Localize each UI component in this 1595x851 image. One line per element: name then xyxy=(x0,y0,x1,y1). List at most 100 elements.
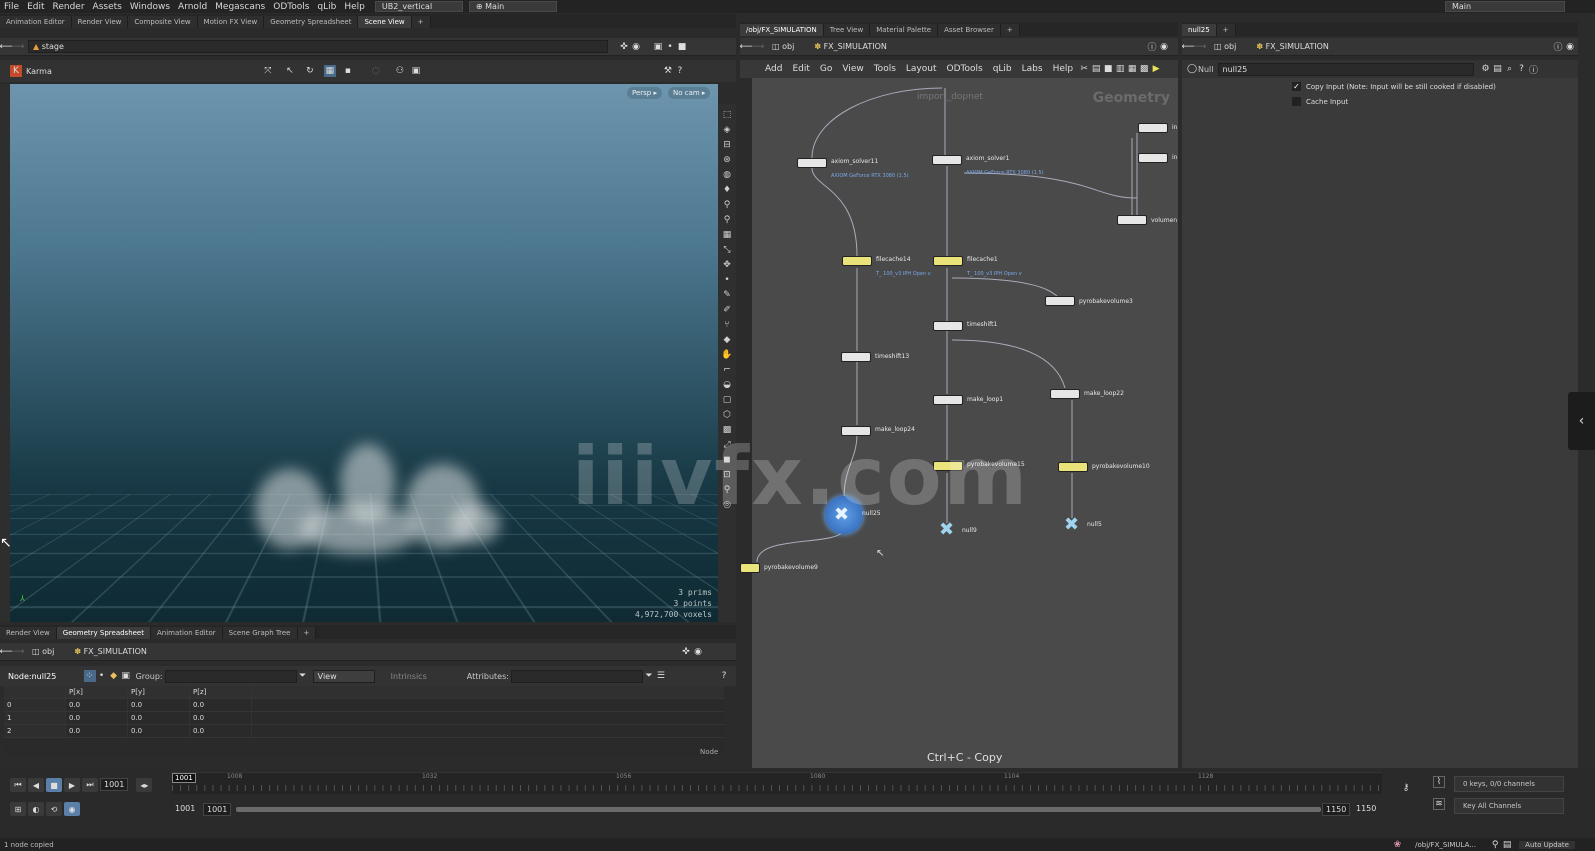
grid-icon[interactable]: ▦ xyxy=(721,228,734,241)
forward-arrow-icon[interactable]: ⟶ xyxy=(12,646,24,658)
lookthrough-icon[interactable]: ⊛ xyxy=(721,153,734,166)
options-icon[interactable]: ☰ xyxy=(655,670,667,682)
white-square-icon[interactable]: ■ xyxy=(1102,63,1114,75)
status-path[interactable]: /obj/FX_SIMULA... xyxy=(1415,841,1489,849)
tab-null25-params[interactable]: null25 xyxy=(1182,24,1217,36)
audio-icon[interactable]: ◐ xyxy=(28,802,44,816)
tile-icon[interactable]: ▩ xyxy=(1138,63,1150,75)
menu-help[interactable]: Help xyxy=(340,2,369,12)
layout-icon[interactable]: ▣ xyxy=(652,41,664,53)
menu-render[interactable]: Render xyxy=(49,2,89,12)
node-axiom-solver1[interactable] xyxy=(932,155,962,165)
header-px[interactable]: P[x] xyxy=(66,686,128,698)
range-start[interactable]: 1001 xyxy=(172,803,198,816)
tools-icon[interactable]: ✥ xyxy=(721,258,734,271)
search-icon[interactable]: ⌕ xyxy=(1504,63,1516,75)
node-timeshift13[interactable] xyxy=(841,352,871,362)
network-editor[interactable]: import_dopnet Geometry axiom_solver11 AX… xyxy=(752,78,1178,768)
net-menu-view[interactable]: View xyxy=(837,64,868,74)
light-bulb-icon[interactable]: ♦ xyxy=(721,183,734,196)
playhead[interactable]: 1001 xyxy=(172,773,196,783)
jump-start-icon[interactable]: ⏮ xyxy=(10,778,26,792)
grid-icon[interactable]: ▤ xyxy=(1090,63,1102,75)
add-tab-icon[interactable]: + xyxy=(298,627,317,639)
node-axiom-solver11[interactable] xyxy=(797,158,827,168)
forward-arrow-icon[interactable]: ⟶ xyxy=(1194,41,1206,53)
view-dropdown[interactable]: View xyxy=(313,670,375,683)
maximize-icon[interactable]: ■ xyxy=(676,41,688,53)
snap-icon[interactable]: ▪ xyxy=(342,65,354,77)
tab-network-path[interactable]: /obj/FX_SIMULATION xyxy=(740,24,824,36)
tab-geometry-spreadsheet[interactable]: Geometry Spreadsheet xyxy=(264,16,358,28)
transform-icon[interactable]: ⤡ xyxy=(721,243,734,256)
key-channels-dropdown[interactable]: Key All Channels xyxy=(1454,798,1564,814)
flag-icon[interactable]: ▶ xyxy=(1150,63,1162,75)
step-keys-icon[interactable]: ◂▸ xyxy=(136,778,152,792)
help-icon[interactable]: ? xyxy=(718,670,730,682)
node-volumen[interactable] xyxy=(1117,215,1147,225)
help-icon[interactable]: ? xyxy=(674,65,686,77)
locator-icon[interactable]: ⚲ xyxy=(721,198,734,211)
list-icon[interactable]: ▦ xyxy=(1126,63,1138,75)
no-cam-menu[interactable]: No cam ▸ xyxy=(668,87,710,99)
right-context-selector[interactable]: Main xyxy=(1445,1,1565,12)
context-selector[interactable]: ⊕ Main xyxy=(469,1,557,12)
back-arrow-icon[interactable]: ⟵ xyxy=(0,41,12,53)
attributes-field[interactable] xyxy=(511,670,643,683)
header-py[interactable]: P[y] xyxy=(128,686,190,698)
snapshot-icon[interactable]: ▣ xyxy=(410,65,422,77)
node-timeshift1[interactable] xyxy=(933,321,963,331)
node-make-loop1[interactable] xyxy=(933,395,963,405)
add-tab-icon[interactable]: + xyxy=(412,16,431,28)
step-back-icon[interactable]: ◀ xyxy=(28,778,44,792)
info-icon[interactable]: ⓘ xyxy=(1146,41,1158,53)
menu-megascans[interactable]: Megascans xyxy=(211,2,269,12)
link-icon[interactable]: ◉ xyxy=(1158,41,1170,53)
range-end[interactable]: 1150 xyxy=(1353,803,1379,816)
dot-icon[interactable]: • xyxy=(721,273,734,286)
menu-arnold[interactable]: Arnold xyxy=(174,2,211,12)
info-icon[interactable]: ⓘ xyxy=(1552,41,1564,53)
realtime-icon[interactable]: ⊞ xyxy=(10,802,26,816)
bracket-icon[interactable]: ⌐ xyxy=(721,363,734,376)
channel-list-icon[interactable]: ≋ xyxy=(1433,798,1445,810)
node-in-1[interactable] xyxy=(1138,123,1168,133)
pin-icon[interactable]: ⚲ xyxy=(721,213,734,226)
net-menu-add[interactable]: Add xyxy=(760,64,787,74)
header-pz[interactable]: P[z] xyxy=(190,686,252,698)
node-in-2[interactable] xyxy=(1138,153,1168,163)
dot-icon[interactable]: • xyxy=(664,41,676,53)
tab-tree-view[interactable]: Tree View xyxy=(824,24,870,36)
tab-asset-browser[interactable]: Asset Browser xyxy=(938,24,1001,36)
camera-icon[interactable]: ⚇ xyxy=(394,65,406,77)
prims-mode-icon[interactable]: ◆ xyxy=(108,670,120,682)
cache-input-checkbox[interactable] xyxy=(1292,97,1301,106)
intrinsics-toggle[interactable]: Intrinsics xyxy=(391,672,427,681)
node-filecache1[interactable] xyxy=(933,256,963,266)
key-icon[interactable]: ⚷ xyxy=(1400,782,1412,794)
group-field[interactable] xyxy=(165,670,297,683)
menu-windows[interactable]: Windows xyxy=(126,2,174,12)
box-icon[interactable]: ▢ xyxy=(721,393,734,406)
update-mode[interactable]: Auto Update xyxy=(1519,841,1575,849)
tab-animation-editor-2[interactable]: Animation Editor xyxy=(151,627,223,639)
node-make-loop22[interactable] xyxy=(1050,389,1080,399)
help-icon[interactable]: ? xyxy=(1516,63,1528,75)
net-menu-edit[interactable]: Edit xyxy=(787,64,814,74)
menu-qlib[interactable]: qLib xyxy=(313,2,340,12)
pin-icon[interactable]: ⚲ xyxy=(1489,839,1501,851)
network-path-field[interactable]: ◫ obj ✽ FX_SIMULATION xyxy=(768,40,1134,53)
desktop-selector[interactable]: UB2_vertical xyxy=(375,1,463,12)
lock-icon[interactable]: ⊟ xyxy=(721,138,734,151)
settings-icon[interactable]: ⚒ xyxy=(662,65,674,77)
range-end-field[interactable]: 1150 xyxy=(1322,803,1350,816)
rotate-tool-icon[interactable]: ↻ xyxy=(304,65,316,77)
filter-icon[interactable]: ⏷ xyxy=(297,670,309,682)
jump-end-icon[interactable]: ⏭ xyxy=(82,778,98,792)
play-icon[interactable]: ▶ xyxy=(64,778,80,792)
ghost-icon[interactable]: ◈ xyxy=(721,123,734,136)
tab-material-palette[interactable]: Material Palette xyxy=(870,24,938,36)
add-tab-icon[interactable]: + xyxy=(1001,24,1020,36)
persp-menu[interactable]: Persp ▸ xyxy=(627,87,662,99)
tab-animation-editor[interactable]: Animation Editor xyxy=(0,16,72,28)
